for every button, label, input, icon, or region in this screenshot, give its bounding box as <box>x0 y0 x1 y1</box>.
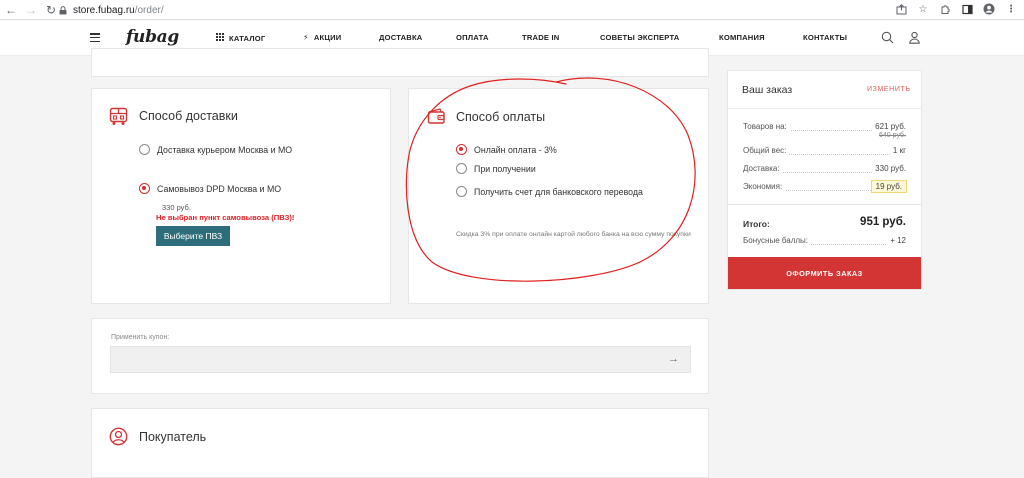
menu-item-trade-in[interactable]: TRADE IN <box>522 33 559 42</box>
bookmark-star-icon[interactable]: ☆ <box>916 2 930 16</box>
radio-button[interactable] <box>139 144 150 155</box>
buyer-title: Покупатель <box>139 430 207 444</box>
payment-option-online[interactable]: Онлайн оплата - 3% <box>456 144 557 155</box>
profile-icon[interactable] <box>982 2 996 16</box>
grid-icon <box>216 33 224 43</box>
sidepanel-icon[interactable] <box>960 2 974 16</box>
previous-section-card <box>91 48 709 77</box>
user-circle-icon <box>109 427 128 451</box>
menu-item-sales[interactable]: ⚡ АКЦИИ <box>303 33 341 42</box>
delivery-price: 330 руб. <box>162 203 191 212</box>
wallet-icon <box>427 108 446 130</box>
menu-item-catalog[interactable]: КАТАЛОГ <box>216 33 265 43</box>
browser-toolbar: ← → ↻ store.fubag.ru/order/ ☆ ⋮ <box>0 0 1024 20</box>
summary-divider <box>728 204 921 205</box>
forward-icon[interactable]: → <box>22 1 40 19</box>
payment-discount-note: Скидка 3% при оплате онлайн картой любог… <box>456 231 691 238</box>
menu-item-payment[interactable]: ОПЛАТА <box>456 33 489 42</box>
pickup-warning: Не выбран пункт самовывоза (ПВЗ)! <box>156 213 295 222</box>
coupon-input[interactable] <box>111 347 690 372</box>
summary-row-economy: Экономия: <box>743 182 871 194</box>
delivery-title: Способ доставки <box>139 109 238 123</box>
arrow-right-icon[interactable]: → <box>668 353 679 365</box>
radio-button-checked[interactable] <box>456 144 467 155</box>
menu-item-expert-tips[interactable]: СОВЕТЫ ЭКСПЕРТА <box>600 33 680 42</box>
summary-row-delivery: Доставка: 330 руб. <box>743 164 906 173</box>
coupon-label: Применить купон: <box>111 334 170 341</box>
edit-order-link[interactable]: ИЗМЕНИТЬ <box>867 86 911 93</box>
share-icon[interactable] <box>894 2 908 16</box>
address-bar[interactable]: store.fubag.ru/order/ <box>58 3 1018 17</box>
payment-option-on-receipt[interactable]: При получении <box>456 163 536 174</box>
summary-row-bonus: Бонусные баллы: + 12 <box>743 236 906 245</box>
total-value: 951 руб. <box>860 216 906 228</box>
user-icon[interactable] <box>908 31 922 45</box>
more-menu-icon[interactable]: ⋮ <box>1004 2 1018 16</box>
payment-title: Способ оплаты <box>456 110 546 124</box>
url-path: /order/ <box>134 4 164 16</box>
radio-button[interactable] <box>456 186 467 197</box>
url-host: store.fubag.ru <box>73 4 135 16</box>
delivery-option-pickup-dpd[interactable]: Самовывоз DPD Москва и МО <box>139 183 281 194</box>
menu-item-delivery[interactable]: ДОСТАВКА <box>379 33 422 42</box>
place-order-button[interactable]: ОФОРМИТЬ ЗАКАЗ <box>728 257 921 289</box>
radio-button-checked[interactable] <box>139 183 150 194</box>
lock-icon <box>58 5 68 15</box>
truck-icon <box>109 107 128 131</box>
back-icon[interactable]: ← <box>2 1 20 19</box>
total-label: Итого: <box>743 219 770 229</box>
radio-button[interactable] <box>456 163 467 174</box>
delivery-method-card <box>91 88 391 304</box>
menu-item-contacts[interactable]: КОНТАКТЫ <box>803 33 847 42</box>
summary-row-weight: Общий вес: 1 кг <box>743 146 906 155</box>
puzzle-icon[interactable] <box>938 2 952 16</box>
old-price: 640 руб. <box>879 132 906 139</box>
delivery-option-courier[interactable]: Доставка курьером Москва и МО <box>139 144 292 155</box>
payment-option-bank-invoice[interactable]: Получить счет для банковского перевода <box>456 186 643 197</box>
economy-badge: 19 руб. <box>870 180 907 193</box>
search-icon[interactable] <box>881 31 895 45</box>
choose-pickup-point-button[interactable]: Выберите ПВЗ <box>156 226 230 246</box>
order-summary-title: Ваш заказ <box>742 84 793 96</box>
summary-divider <box>728 108 921 109</box>
menu-item-company[interactable]: КОМПАНИЯ <box>719 33 765 42</box>
bolt-icon: ⚡ <box>303 33 309 42</box>
coupon-field <box>110 346 691 373</box>
